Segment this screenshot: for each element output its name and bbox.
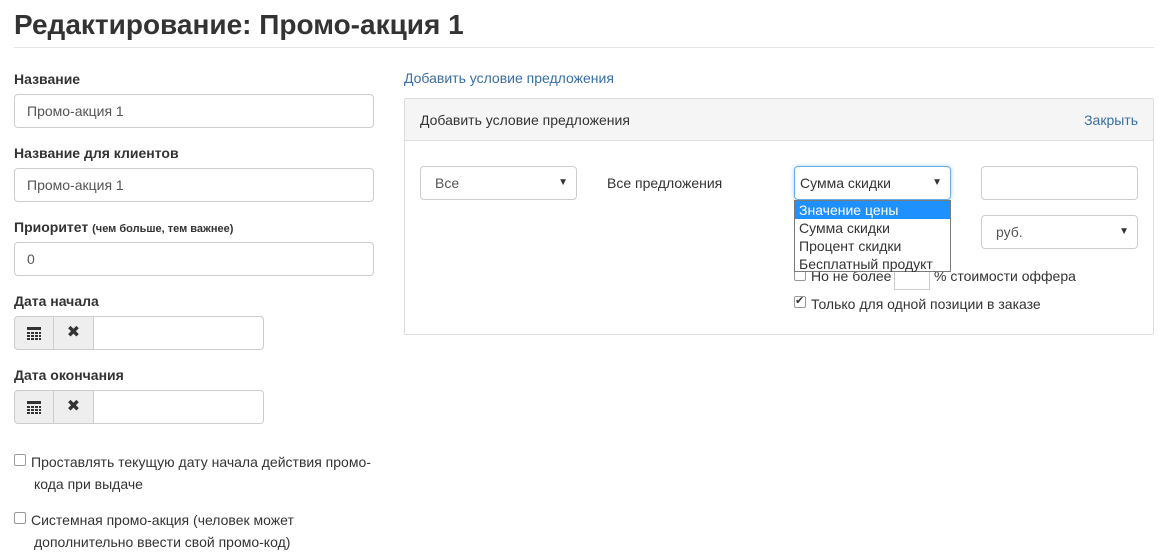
discount-type-dropdown: Значение цены Сумма скидки Процент скидк…: [794, 200, 951, 272]
currency-select[interactable]: руб. ▼: [981, 215, 1138, 249]
dropdown-option-free-product[interactable]: Бесплатный продукт: [795, 255, 950, 273]
auto-date-option: Проставлять текущую дату начала действия…: [14, 451, 384, 495]
single-item-checkbox[interactable]: [794, 294, 806, 308]
dropdown-option-price[interactable]: Значение цены: [795, 201, 950, 219]
end-date-clear-button[interactable]: ✖: [54, 390, 94, 424]
end-date-calendar-button[interactable]: [14, 390, 54, 424]
scope-select-value: Все: [435, 175, 460, 191]
priority-input[interactable]: 0: [14, 242, 374, 276]
condition-panel-header: Добавить условие предложения Закрыть: [405, 99, 1153, 141]
amount-input[interactable]: [981, 166, 1138, 200]
auto-date-label-line2: кода при выдаче: [34, 476, 143, 492]
title-divider: [14, 47, 1154, 48]
start-date-label: Дата начала: [14, 293, 99, 309]
caret-down-icon: ▼: [932, 177, 942, 188]
max-percent-suffix: % стоимости оффера: [934, 268, 1076, 284]
caret-down-icon: ▼: [558, 177, 568, 188]
system-promo-label-line2: дополнительно ввести свой промо-код): [34, 534, 291, 550]
priority-hint: (чем больше, тем важнее): [92, 223, 234, 235]
add-condition-link[interactable]: Добавить условие предложения: [404, 70, 614, 86]
offers-text: Все предложения: [607, 175, 723, 191]
single-item-label: Только для одной позиции в заказе: [811, 296, 1041, 312]
end-date-label: Дата окончания: [14, 367, 124, 383]
calendar-icon: [27, 326, 41, 340]
client-name-label: Название для клиентов: [14, 145, 179, 161]
client-name-input[interactable]: Промо-акция 1: [14, 168, 374, 202]
end-date-input[interactable]: [94, 390, 264, 424]
scope-select[interactable]: Все ▼: [420, 166, 577, 200]
discount-type-value: Сумма скидки: [800, 175, 891, 191]
start-date-clear-button[interactable]: ✖: [54, 316, 94, 350]
auto-date-label-line1: Проставлять текущую дату начала действия…: [31, 454, 371, 470]
start-date-group: ✖: [14, 316, 264, 350]
condition-panel-title: Добавить условие предложения: [420, 112, 630, 128]
caret-down-icon: ▼: [1119, 226, 1129, 237]
start-date-calendar-button[interactable]: [14, 316, 54, 350]
end-date-group: ✖: [14, 390, 264, 424]
system-promo-label-line1: Системная промо-акция (человек может: [31, 512, 294, 528]
calendar-icon: [27, 400, 41, 414]
close-icon: ✖: [66, 324, 81, 341]
priority-label: Приоритет (чем больше, тем важнее): [14, 219, 233, 235]
discount-type-select[interactable]: Сумма скидки ▼: [794, 166, 951, 200]
close-link[interactable]: Закрыть: [1084, 112, 1138, 128]
name-label: Название: [14, 71, 81, 87]
priority-label-text: Приоритет: [14, 219, 89, 235]
system-promo-option: Системная промо-акция (человек может доп…: [14, 509, 384, 553]
close-icon: ✖: [66, 398, 81, 415]
system-promo-checkbox[interactable]: [14, 512, 26, 524]
currency-select-value: руб.: [996, 224, 1023, 240]
dropdown-option-amount[interactable]: Сумма скидки: [795, 219, 950, 237]
dropdown-option-percent[interactable]: Процент скидки: [795, 237, 950, 255]
page-title: Редактирование: Промо-акция 1: [14, 9, 464, 40]
start-date-input[interactable]: [94, 316, 264, 350]
auto-date-checkbox[interactable]: [14, 454, 26, 466]
name-input[interactable]: Промо-акция 1: [14, 94, 374, 128]
